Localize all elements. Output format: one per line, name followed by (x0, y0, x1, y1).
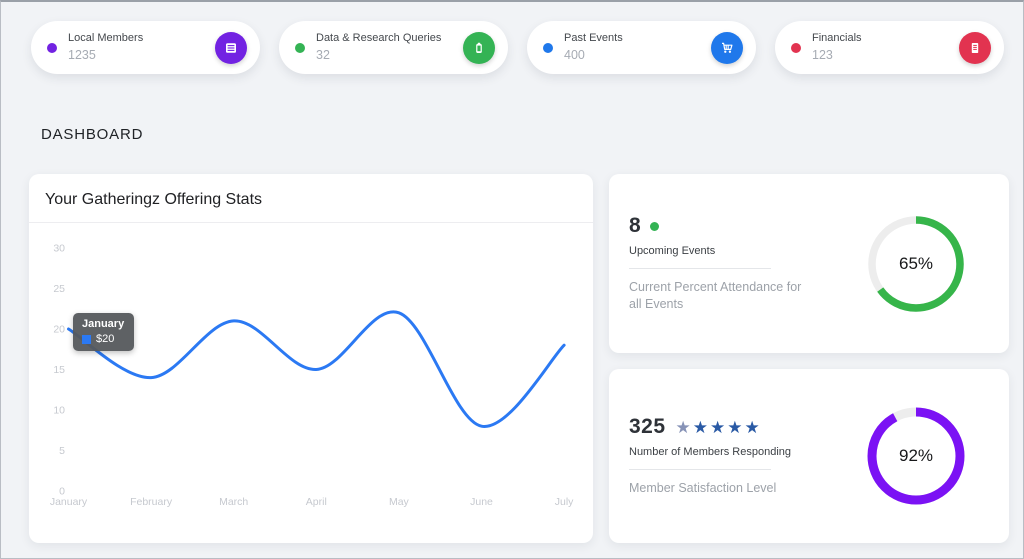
svg-text:25: 25 (53, 283, 65, 295)
satisfaction-card: 325 ★★★★★ Number of Members Responding M… (609, 369, 1009, 543)
local-members-dot (47, 43, 57, 53)
list-icon[interactable] (215, 32, 247, 64)
star-icon: ★ (745, 418, 762, 437)
past-events-dot (543, 43, 553, 53)
offering-stats-card: Your Gatheringz Offering Stats 051015202… (29, 174, 593, 543)
members-responding-label: Number of Members Responding (629, 446, 814, 458)
stat-card-label: Local Members (68, 32, 143, 46)
svg-text:5: 5 (59, 445, 65, 457)
tooltip-value: $20 (96, 333, 114, 345)
star-rating: ★★★★★ (676, 419, 762, 436)
star-icon: ★ (676, 418, 693, 437)
financials-dot (791, 43, 801, 53)
svg-text:June: June (470, 496, 493, 508)
svg-text:March: March (219, 496, 248, 508)
stat-card-value: 123 (812, 48, 862, 64)
chart-title-divider (29, 222, 593, 223)
svg-text:February: February (130, 496, 173, 508)
upcoming-events-card: 8 Upcoming Events Current Percent Attend… (609, 174, 1009, 353)
events-description: Current Percent Attendance for all Event… (629, 279, 807, 314)
satisfaction-description: Member Satisfaction Level (629, 480, 807, 498)
clipboard-icon[interactable] (463, 32, 495, 64)
page-title: DASHBOARD (41, 126, 143, 143)
side-column: 8 Upcoming Events Current Percent Attend… (609, 174, 1009, 543)
tooltip-month: January (82, 318, 124, 330)
tooltip-series-marker (82, 335, 91, 344)
satisfaction-donut: 92% (861, 401, 971, 511)
star-icon: ★ (693, 418, 710, 437)
svg-text:20: 20 (53, 324, 65, 336)
events-status-dot (650, 222, 659, 231)
stat-card-past-events[interactable]: Past Events 400 (527, 21, 756, 74)
stat-card-label: Financials (812, 32, 862, 46)
stat-card-value: 32 (316, 48, 441, 64)
star-icon: ★ (710, 418, 727, 437)
stat-card-value: 400 (564, 48, 623, 64)
stat-card-value: 1235 (68, 48, 143, 64)
events-divider (629, 268, 771, 269)
star-icon: ★ (727, 418, 744, 437)
chart-title: Your Gatheringz Offering Stats (29, 174, 593, 222)
dashboard-screen: Local Members 1235 Data & Research Queri… (0, 0, 1024, 559)
satisfaction-divider (629, 469, 771, 470)
stat-card-financials[interactable]: Financials 123 (775, 21, 1004, 74)
line-chart-area: 051015202530JanuaryFebruaryMarchAprilMay… (29, 229, 593, 529)
svg-text:July: July (555, 496, 574, 508)
svg-text:15: 15 (53, 364, 65, 376)
receipt-icon[interactable] (959, 32, 991, 64)
upcoming-events-label: Upcoming Events (629, 245, 814, 257)
svg-text:January: January (50, 496, 88, 508)
attendance-percent: 65% (861, 209, 971, 319)
stat-card-local-members[interactable]: Local Members 1235 (31, 21, 260, 74)
data-research-dot (295, 43, 305, 53)
svg-text:April: April (306, 496, 327, 508)
stat-card-label: Past Events (564, 32, 623, 46)
attendance-donut: 65% (861, 209, 971, 319)
svg-text:May: May (389, 496, 410, 508)
satisfaction-percent: 92% (861, 401, 971, 511)
stat-card-label: Data & Research Queries (316, 32, 441, 46)
members-responding-count: 325 (629, 415, 666, 439)
stat-card-data-research[interactable]: Data & Research Queries 32 (279, 21, 508, 74)
stat-card-row: Local Members 1235 Data & Research Queri… (31, 21, 1004, 74)
cart-icon[interactable] (711, 32, 743, 64)
svg-text:30: 30 (53, 243, 65, 255)
upcoming-events-count: 8 (629, 214, 641, 238)
svg-text:10: 10 (53, 405, 65, 417)
line-chart[interactable]: 051015202530JanuaryFebruaryMarchAprilMay… (29, 229, 593, 529)
chart-tooltip: January $20 (73, 313, 134, 351)
dashboard-content: Your Gatheringz Offering Stats 051015202… (29, 174, 1009, 543)
